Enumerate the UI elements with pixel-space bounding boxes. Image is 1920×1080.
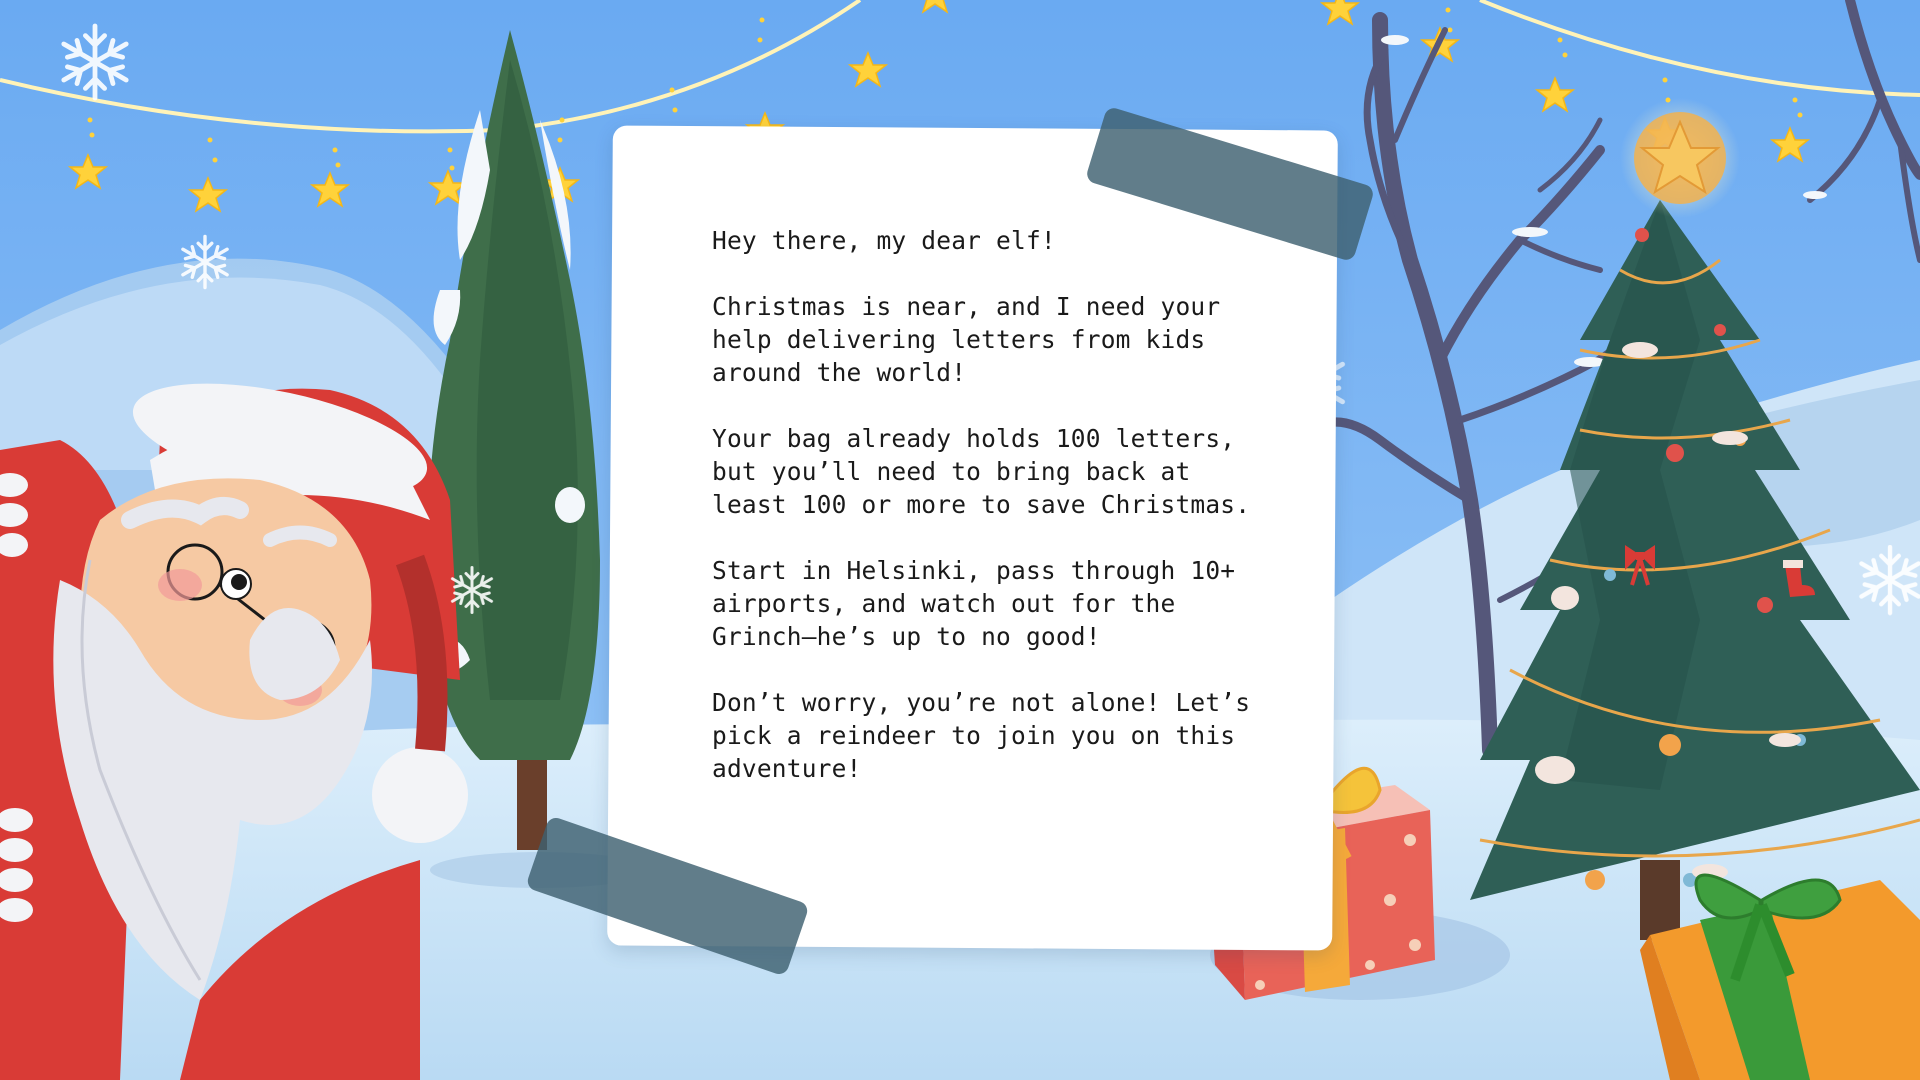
letter-paragraph-intro: Christmas is near, and I need your help …	[712, 292, 1221, 387]
letter-greeting: Hey there, my dear elf!	[712, 226, 1056, 255]
santa-letter: Hey there, my dear elf! Christmas is nea…	[712, 224, 1302, 818]
letter-paragraph-route: Start in Helsinki, pass through 10+ airp…	[712, 556, 1236, 651]
letter-paragraph-reindeer: Don’t worry, you’re not alone! Let’s pic…	[712, 688, 1251, 783]
letter-paragraph-bag: Your bag already holds 100 letters, but …	[712, 424, 1251, 519]
